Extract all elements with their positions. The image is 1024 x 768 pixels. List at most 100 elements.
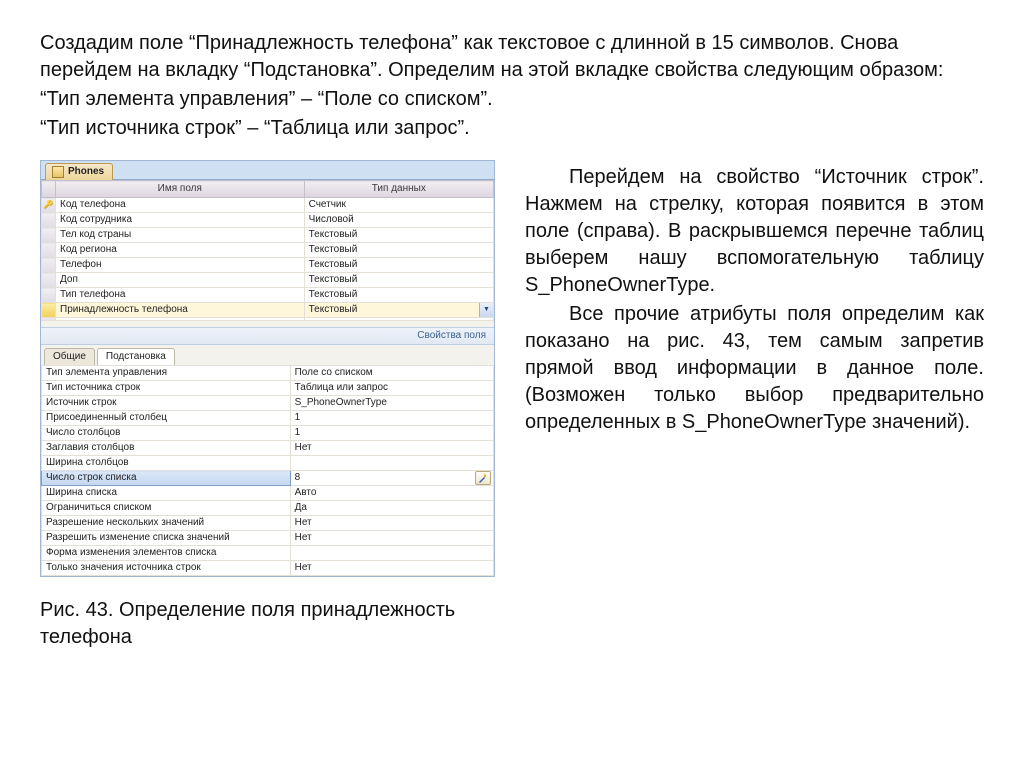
field-type-cell[interactable]: Счетчик bbox=[304, 198, 493, 213]
properties-title: Свойства поля bbox=[41, 327, 494, 345]
field-type-cell[interactable] bbox=[304, 318, 493, 321]
property-label: Источник строк bbox=[42, 396, 291, 411]
property-value[interactable]: Да bbox=[290, 501, 493, 516]
field-row[interactable] bbox=[42, 318, 494, 321]
property-label: Тип элемента управления bbox=[42, 366, 291, 381]
window-tabbar: Phones bbox=[41, 161, 494, 180]
field-row[interactable]: Код регионаТекстовый bbox=[42, 243, 494, 258]
property-row[interactable]: Тип источника строкТаблица или запрос bbox=[42, 381, 494, 396]
property-value[interactable]: Таблица или запрос bbox=[290, 381, 493, 396]
fields-grid[interactable]: Имя поля Тип данных 🔑Код телефонаСчетчик… bbox=[41, 180, 494, 321]
property-tabs: Общие Подстановка bbox=[41, 345, 494, 365]
dropdown-arrow-icon[interactable]: ▼ bbox=[479, 303, 493, 317]
property-label: Только значения источника строк bbox=[42, 561, 291, 576]
field-name-cell[interactable]: Тел код страны bbox=[56, 228, 305, 243]
field-name-cell[interactable]: Принадлежность телефона bbox=[56, 303, 305, 318]
property-value[interactable]: Нет bbox=[290, 531, 493, 546]
row-selector[interactable] bbox=[42, 228, 56, 243]
field-name-cell[interactable]: Код региона bbox=[56, 243, 305, 258]
property-label: Форма изменения элементов списка bbox=[42, 546, 291, 561]
field-type-cell[interactable]: Текстовый bbox=[304, 258, 493, 273]
tab-general[interactable]: Общие bbox=[44, 348, 95, 365]
property-value[interactable]: 1 bbox=[290, 426, 493, 441]
property-value[interactable] bbox=[290, 456, 493, 471]
row-selector-header bbox=[42, 181, 56, 198]
property-row[interactable]: Заглавия столбцовНет bbox=[42, 441, 494, 456]
row-selector[interactable] bbox=[42, 258, 56, 273]
property-label: Ширина столбцов bbox=[42, 456, 291, 471]
property-row[interactable]: Только значения источника строкНет bbox=[42, 561, 494, 576]
field-row[interactable]: ДопТекстовый bbox=[42, 273, 494, 288]
field-name-cell[interactable]: Тип телефона bbox=[56, 288, 305, 303]
field-row[interactable]: Тип телефонаТекстовый bbox=[42, 288, 494, 303]
row-selector[interactable]: 🔑 bbox=[42, 198, 56, 213]
property-label: Число столбцов bbox=[42, 426, 291, 441]
builder-button-icon[interactable] bbox=[475, 471, 491, 485]
field-name-cell[interactable]: Код телефона bbox=[56, 198, 305, 213]
right-p1: Перейдем на свойство “Источник строк”. Н… bbox=[525, 164, 984, 299]
property-row[interactable]: Число строк списка8 bbox=[42, 471, 494, 486]
property-row[interactable]: Разрешение нескольких значенийНет bbox=[42, 516, 494, 531]
intro-p2: “Тип элемента управления” – “Поле со спи… bbox=[40, 86, 984, 113]
col-header-name: Имя поля bbox=[56, 181, 305, 198]
field-type-cell[interactable]: Текстовый bbox=[304, 228, 493, 243]
tab-phones[interactable]: Phones bbox=[45, 163, 113, 180]
property-value[interactable]: 8 bbox=[290, 471, 493, 486]
property-value[interactable]: Нет bbox=[290, 561, 493, 576]
property-row[interactable]: Тип элемента управленияПоле со списком bbox=[42, 366, 494, 381]
property-value[interactable]: Нет bbox=[290, 441, 493, 456]
figure-caption: Рис. 43. Определение поля принадлежность… bbox=[40, 597, 495, 651]
property-value[interactable]: 1 bbox=[290, 411, 493, 426]
properties-grid[interactable]: Тип элемента управленияПоле со спискомТи… bbox=[41, 365, 494, 576]
tab-label: Phones bbox=[68, 166, 104, 178]
property-value[interactable]: S_PhoneOwnerType bbox=[290, 396, 493, 411]
property-label: Заглавия столбцов bbox=[42, 441, 291, 456]
property-row[interactable]: Присоединенный столбец1 bbox=[42, 411, 494, 426]
row-selector[interactable] bbox=[42, 303, 56, 318]
property-value[interactable] bbox=[290, 546, 493, 561]
field-row[interactable]: Принадлежность телефонаТекстовый▼ bbox=[42, 303, 494, 318]
table-icon bbox=[52, 166, 64, 178]
property-row[interactable]: Ширина спискаАвто bbox=[42, 486, 494, 501]
property-label: Ограничиться списком bbox=[42, 501, 291, 516]
access-window: Phones Имя поля Тип данных 🔑Код телефона… bbox=[40, 160, 495, 577]
row-selector[interactable] bbox=[42, 243, 56, 258]
primary-key-icon: 🔑 bbox=[44, 200, 54, 209]
right-p2: Все прочие атрибуты поля определим как п… bbox=[525, 301, 984, 436]
property-value[interactable]: Поле со списком bbox=[290, 366, 493, 381]
field-type-cell[interactable]: Текстовый bbox=[304, 243, 493, 258]
field-name-cell[interactable] bbox=[56, 318, 305, 321]
property-row[interactable]: Форма изменения элементов списка bbox=[42, 546, 494, 561]
property-value[interactable]: Авто bbox=[290, 486, 493, 501]
row-selector[interactable] bbox=[42, 318, 56, 321]
property-label: Разрешить изменение списка значений bbox=[42, 531, 291, 546]
field-type-cell[interactable]: Числовой bbox=[304, 213, 493, 228]
field-row[interactable]: 🔑Код телефонаСчетчик bbox=[42, 198, 494, 213]
property-row[interactable]: Ширина столбцов bbox=[42, 456, 494, 471]
field-name-cell[interactable]: Доп bbox=[56, 273, 305, 288]
property-value[interactable]: Нет bbox=[290, 516, 493, 531]
field-type-cell[interactable]: Текстовый bbox=[304, 288, 493, 303]
field-type-cell[interactable]: Текстовый▼ bbox=[304, 303, 493, 318]
intro-p3: “Тип источника строк” – “Таблица или зап… bbox=[40, 115, 984, 142]
property-row[interactable]: Число столбцов1 bbox=[42, 426, 494, 441]
row-selector[interactable] bbox=[42, 213, 56, 228]
field-name-cell[interactable]: Код сотрудника bbox=[56, 213, 305, 228]
right-text: Перейдем на свойство “Источник строк”. Н… bbox=[525, 160, 984, 651]
property-label: Ширина списка bbox=[42, 486, 291, 501]
property-label: Число строк списка bbox=[42, 471, 291, 486]
row-selector[interactable] bbox=[42, 288, 56, 303]
field-row[interactable]: Код сотрудникаЧисловой bbox=[42, 213, 494, 228]
property-label: Присоединенный столбец bbox=[42, 411, 291, 426]
property-row[interactable]: Разрешить изменение списка значенийНет bbox=[42, 531, 494, 546]
property-label: Тип источника строк bbox=[42, 381, 291, 396]
row-selector[interactable] bbox=[42, 273, 56, 288]
field-row[interactable]: ТелефонТекстовый bbox=[42, 258, 494, 273]
field-name-cell[interactable]: Телефон bbox=[56, 258, 305, 273]
field-type-cell[interactable]: Текстовый bbox=[304, 273, 493, 288]
field-row[interactable]: Тел код страныТекстовый bbox=[42, 228, 494, 243]
tab-lookup[interactable]: Подстановка bbox=[97, 348, 175, 365]
property-row[interactable]: Источник строкS_PhoneOwnerType bbox=[42, 396, 494, 411]
property-row[interactable]: Ограничиться спискомДа bbox=[42, 501, 494, 516]
property-label: Разрешение нескольких значений bbox=[42, 516, 291, 531]
